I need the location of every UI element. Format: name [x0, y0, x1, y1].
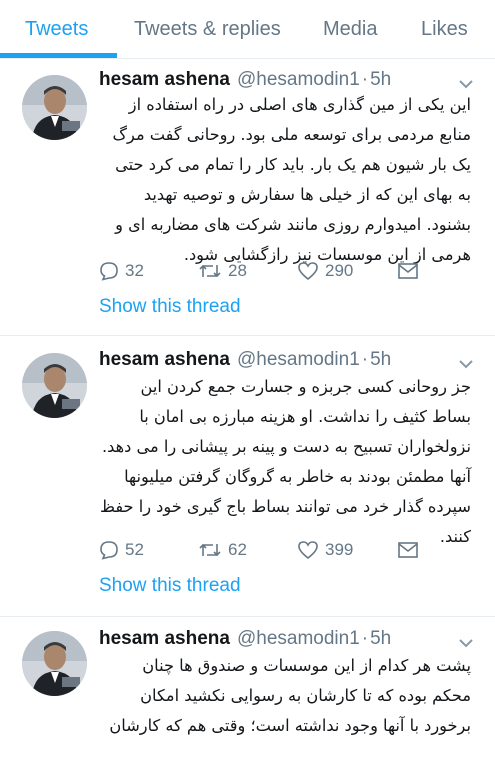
timestamp[interactable]: 5h: [370, 349, 391, 371]
timestamp[interactable]: 5h: [370, 628, 391, 650]
tweet[interactable]: hesam ashena @hesamodin1 · 5h این یکی از…: [0, 59, 495, 336]
active-tab-indicator: [0, 53, 117, 58]
retweet-button[interactable]: 62: [198, 540, 247, 560]
reply-count: 52: [125, 540, 144, 559]
reply-button[interactable]: 52: [99, 540, 144, 560]
share-button[interactable]: [397, 540, 425, 560]
retweet-count: 62: [228, 540, 247, 559]
like-count: 399: [325, 540, 354, 559]
profile-tabs: Tweets Tweets & replies Media Likes: [0, 0, 495, 59]
avatar[interactable]: [22, 631, 87, 696]
tweet-header: hesam ashena @hesamodin1 · 5h: [99, 349, 391, 373]
retweet-button[interactable]: 28: [198, 261, 247, 281]
share-envelope-icon: [398, 542, 418, 558]
separator-dot: ·: [361, 349, 369, 370]
like-button[interactable]: 399: [297, 540, 353, 560]
author-name[interactable]: hesam ashena: [99, 69, 230, 91]
tweet-header: hesam ashena @hesamodin1 · 5h: [99, 628, 391, 652]
share-envelope-icon: [398, 263, 418, 279]
author-handle[interactable]: @hesamodin1: [237, 349, 360, 371]
separator-dot: ·: [361, 69, 369, 90]
avatar[interactable]: [22, 75, 87, 140]
share-button[interactable]: [397, 261, 425, 281]
tweet-actions: 52 62 399: [99, 540, 429, 566]
retweet-icon: [199, 543, 221, 557]
avatar[interactable]: [22, 353, 87, 418]
like-count: 290: [325, 261, 354, 280]
author-handle[interactable]: @hesamodin1: [237, 628, 360, 650]
tweet-text: این یکی از مین گذاری های اصلی در راه است…: [112, 95, 471, 264]
show-thread-link[interactable]: Show this thread: [99, 296, 241, 318]
reply-count: 32: [125, 261, 144, 280]
tab-tweets[interactable]: Tweets: [25, 18, 88, 41]
reply-button[interactable]: 32: [99, 261, 144, 281]
tweet-text: پشت هر کدام از این موسسات و صندوق ها چنا…: [109, 656, 471, 735]
tweet[interactable]: hesam ashena @hesamodin1 · 5h جز روحانی …: [0, 337, 495, 617]
heart-icon: [298, 541, 318, 560]
show-thread-link[interactable]: Show this thread: [99, 575, 241, 597]
tab-tweets-and-replies[interactable]: Tweets & replies: [134, 18, 281, 41]
reply-icon: [100, 262, 118, 281]
retweet-count: 28: [228, 261, 247, 280]
separator-dot: ·: [361, 628, 369, 649]
timestamp[interactable]: 5h: [370, 69, 391, 91]
tweet-text: جز روحانی کسی جربزه و جسارت جمع کردن این…: [100, 377, 471, 546]
author-name[interactable]: hesam ashena: [99, 349, 230, 371]
tab-likes[interactable]: Likes: [421, 18, 468, 41]
retweet-icon: [199, 264, 221, 278]
author-handle[interactable]: @hesamodin1: [237, 69, 360, 91]
author-name[interactable]: hesam ashena: [99, 628, 230, 650]
tweet-actions: 32 28 290: [99, 261, 429, 287]
tweet[interactable]: hesam ashena @hesamodin1 · 5h پشت هر کدا…: [0, 618, 495, 769]
like-button[interactable]: 290: [297, 261, 353, 281]
heart-icon: [298, 262, 318, 281]
reply-icon: [100, 541, 118, 560]
tab-media[interactable]: Media: [323, 18, 377, 41]
